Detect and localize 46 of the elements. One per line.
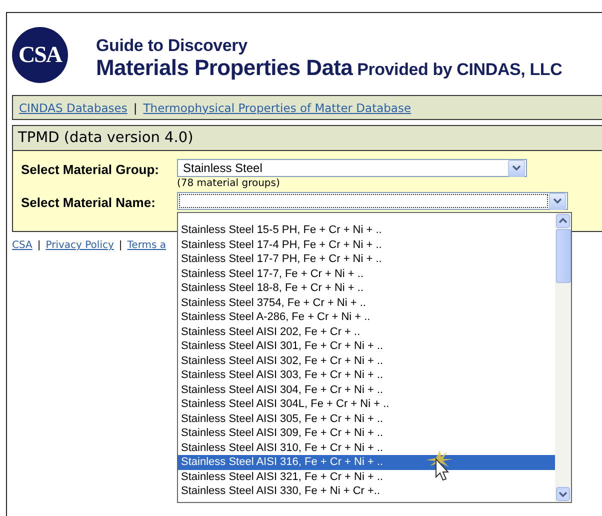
scroll-down-icon[interactable] <box>556 487 570 501</box>
dropdown-option[interactable]: Stainless Steel 17-7 PH, Fe + Cr + Ni + .. <box>178 252 555 266</box>
dropdown-option[interactable]: Stainless Steel AISI 303, Fe + Cr + Ni + .. <box>178 368 555 382</box>
nav-link[interactable]: CINDAS Databases <box>19 100 128 114</box>
dropdown-option[interactable]: Stainless Steel AISI 321, Fe + Cr + Ni + .. <box>178 470 555 484</box>
dropdown-option[interactable]: Stainless Steel AISI 202, Fe + Cr + .. <box>178 324 555 339</box>
field-label: Select Material Name: <box>21 194 156 210</box>
dropdown-option[interactable]: Stainless Steel AISI 305, Fe + Cr + Ni + .. <box>178 412 555 426</box>
dropdown-option[interactable]: Stainless Steel AISI 304L, Fe + Cr + Ni + .. <box>178 397 555 412</box>
dropdown-option[interactable]: Stainless Steel 15-5 PH, Fe + Cr + Ni + .. <box>178 223 555 238</box>
panel-title: TPMD (data version 4.0) <box>13 126 602 151</box>
separator: | <box>118 240 122 251</box>
footer-link[interactable]: Privacy Policy <box>46 240 114 251</box>
dropdown-option[interactable]: Stainless Steel AISI 309, Fe + Cr + Ni + .. <box>178 426 555 440</box>
material-group-select[interactable]: Stainless Steel <box>177 159 527 177</box>
separator: | <box>37 240 41 251</box>
scrollbar-thumb[interactable] <box>556 229 570 283</box>
csa-logo: CSA <box>12 26 68 82</box>
group-count: (78 material groups) <box>177 178 281 191</box>
separator: | <box>133 100 138 114</box>
dropdown-option[interactable]: Stainless Steel AISI 301, Fe + Cr + Ni + .. <box>178 339 555 354</box>
dropdown-option[interactable]: Stainless Steel AISI 310, Fe + Cr + Ni + .. <box>178 440 555 455</box>
dropdown-option[interactable]: Stainless Steel 3754, Fe + Cr + Ni + .. <box>178 296 555 310</box>
footer-link[interactable]: CSA <box>12 240 32 251</box>
dropdown-option[interactable]: Stainless Steel 18-8, Fe + Cr + Ni + .. <box>178 281 555 296</box>
nav-link[interactable]: Thermophysical Properties of Matter Database <box>143 100 412 114</box>
site-subtitle: Provided by CINDAS, LLC <box>357 60 562 79</box>
material-name-select[interactable] <box>177 192 568 210</box>
cursor-icon <box>425 448 455 482</box>
chevron-down-icon <box>512 165 521 171</box>
site-title: Materials Properties Data <box>96 55 353 80</box>
footer-link[interactable]: Terms a <box>127 240 166 251</box>
dropdown-option[interactable]: Stainless Steel AISI 316, Fe + Cr + Ni + .. <box>178 455 555 470</box>
chevron-down-icon <box>553 198 562 204</box>
dropdown-option[interactable]: Stainless Steel AISI 304, Fe + Cr + Ni + .. <box>178 382 555 397</box>
dropdown-option[interactable]: Stainless Steel 17-4 PH, Fe + Cr + Ni + .. <box>178 238 555 252</box>
scroll-up-icon[interactable] <box>556 214 570 228</box>
dropdown-button[interactable] <box>508 160 525 176</box>
dropdown-option[interactable]: Stainless Steel A-286, Fe + Cr + Ni + .. <box>178 310 555 324</box>
dropdown-option[interactable]: Stainless Steel 17-7, Fe + Cr + Ni + .. <box>178 266 555 281</box>
dropdown-button[interactable] <box>549 192 566 210</box>
dropdown-option[interactable]: Stainless Steel AISI 330, Fe + Ni + Cr +.. <box>178 484 555 498</box>
field-label: Select Material Group: <box>21 161 160 177</box>
dropdown-option[interactable]: Stainless Steel AISI 302, Fe + Cr + Ni + .. <box>178 354 555 368</box>
tagline: Guide to Discovery <box>96 36 248 56</box>
scrollbar[interactable] <box>555 213 571 502</box>
